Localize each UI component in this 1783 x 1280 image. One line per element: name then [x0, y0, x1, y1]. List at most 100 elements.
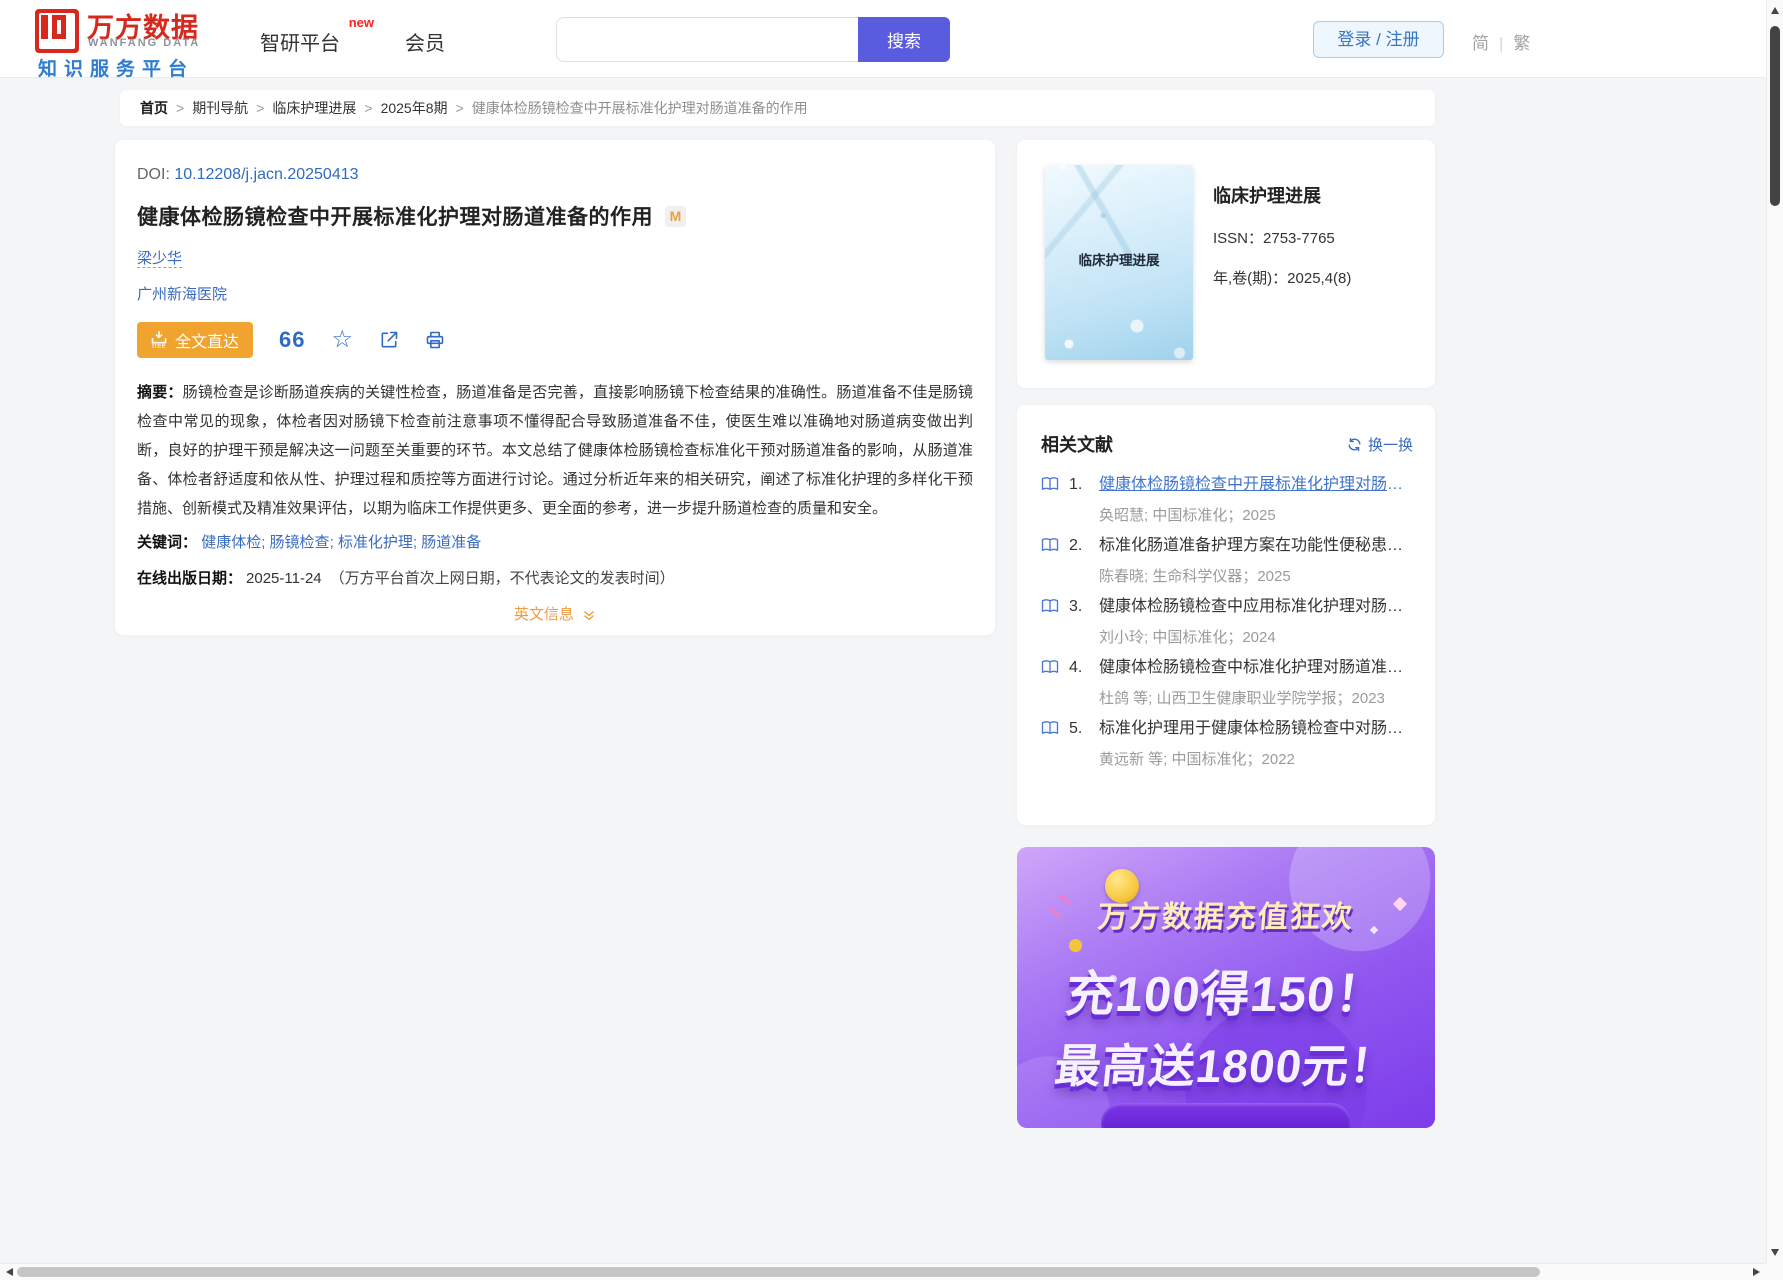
breadcrumb-link[interactable]: 临床护理进展	[272, 98, 356, 118]
new-badge: new	[349, 15, 374, 30]
print-icon[interactable]	[425, 330, 445, 350]
issn-label: ISSN：	[1213, 230, 1263, 247]
keywords-row: 关键词： 健康体检; 肠镜检查; 标准化护理; 肠道准备	[137, 530, 973, 556]
favorite-star-icon[interactable]: ☆	[332, 328, 354, 352]
share-icon[interactable]	[379, 330, 399, 350]
online-date-note: （万方平台首次上网日期，不代表论文的发表时间）	[330, 570, 675, 587]
english-info-toggle[interactable]: 英文信息	[137, 603, 973, 624]
related-item-meta: 刘小玲; 中国标准化；2024	[1099, 626, 1413, 647]
related-item-title[interactable]: 标准化护理用于健康体检肠镜检查中对肠道...	[1099, 717, 1413, 741]
book-icon	[1041, 659, 1059, 708]
doi-label: DOI:	[137, 166, 170, 183]
nav-item-member[interactable]: 会员	[405, 27, 445, 56]
keyword-link[interactable]: 肠镜检查	[270, 534, 330, 551]
related-item-title[interactable]: 健康体检肠镜检查中标准化护理对肠道准备...	[1099, 656, 1413, 680]
search-box: 搜索	[556, 17, 950, 62]
abstract: 摘要：肠镜检查是诊断肠道疾病的关键性检查，肠道准备是否完善，直接影响肠镜下检查结…	[137, 378, 973, 523]
refresh-label: 换一换	[1368, 434, 1413, 455]
horizontal-scrollbar[interactable]	[0, 1263, 1766, 1280]
horizontal-scroll-thumb[interactable]	[17, 1267, 1540, 1277]
doi-link[interactable]: 10.12208/j.jacn.20250413	[174, 166, 358, 183]
keyword-link[interactable]: 肠道准备	[421, 534, 481, 551]
affiliation-link[interactable]: 广州新海医院	[137, 286, 227, 303]
related-item-number: 4.	[1069, 656, 1099, 708]
lang-divider: |	[1499, 34, 1503, 53]
breadcrumb-separator: >	[176, 100, 184, 116]
related-item: 3. 健康体检肠镜检查中应用标准化护理对肠道... 刘小玲; 中国标准化；202…	[1041, 595, 1413, 647]
top-header: 万方数据 WANFANG DATA 知识服务平台 智研平台 new 会员 搜索 …	[0, 0, 1766, 78]
journal-cover[interactable]: 临床护理进展	[1045, 165, 1193, 360]
nav-item-label: 智研平台	[260, 33, 340, 55]
related-list: 1. 健康体检肠镜检查中开展标准化护理对肠道... 奂昭慧; 中国标准化；202…	[1041, 473, 1413, 769]
online-date-row: 在线出版日期：2025-11-24（万方平台首次上网日期，不代表论文的发表时间）	[137, 567, 973, 588]
breadcrumb: 首页>期刊导航>临床护理进展>2025年8期>健康体检肠镜检查中开展标准化护理对…	[120, 90, 1435, 126]
related-item-number: 5.	[1069, 717, 1099, 769]
article-card: DOI: 10.12208/j.jacn.20250413 健康体检肠镜检查中开…	[115, 140, 995, 635]
journal-volume-row: 年,卷(期)：2025,4(8)	[1213, 267, 1423, 288]
related-item-meta: 奂昭慧; 中国标准化；2025	[1099, 504, 1413, 525]
keyword-separator: ;	[413, 534, 421, 551]
promo-banner[interactable]: 万方数据充值狂欢 充100得150！ 最高送1800元！	[1017, 847, 1435, 1128]
keywords-label: 关键词：	[137, 534, 197, 551]
related-item: 1. 健康体检肠镜检查中开展标准化护理对肠道... 奂昭慧; 中国标准化；202…	[1041, 473, 1413, 525]
related-literature-card: 相关文献 换一换 1. 健康体检肠镜检查中开展标准化护理对肠道... 奂昭慧; …	[1017, 405, 1435, 825]
book-icon	[1041, 537, 1059, 586]
related-item: 4. 健康体检肠镜检查中标准化护理对肠道准备... 杜鸽 等; 山西卫生健康职业…	[1041, 656, 1413, 708]
related-item-title[interactable]: 健康体检肠镜检查中开展标准化护理对肠道...	[1099, 473, 1413, 497]
journal-name[interactable]: 临床护理进展	[1213, 182, 1423, 208]
related-item: 2. 标准化肠道准备护理方案在功能性便秘患者... 陈春晓; 生命科学仪器；20…	[1041, 534, 1413, 586]
breadcrumb-link[interactable]: 期刊导航	[192, 98, 248, 118]
lang-traditional[interactable]: 繁	[1513, 34, 1530, 53]
login-register-button[interactable]: 登录 / 注册	[1313, 21, 1444, 58]
vertical-scroll-thumb[interactable]	[1770, 26, 1780, 206]
refresh-icon	[1347, 437, 1362, 452]
scroll-down-arrow[interactable]	[1771, 1249, 1779, 1256]
brand-name-en: WANFANG DATA	[88, 37, 200, 49]
related-item-number: 1.	[1069, 473, 1099, 525]
keyword-link[interactable]: 健康体检	[201, 534, 261, 551]
breadcrumb-separator: >	[364, 100, 372, 116]
download-icon: free	[151, 331, 167, 350]
breadcrumb-separator: >	[256, 100, 264, 116]
abstract-text: 肠镜检查是诊断肠道疾病的关键性检查，肠道准备是否完善，直接影响肠镜下检查结果的准…	[137, 384, 973, 517]
article-title: 健康体检肠镜检查中开展标准化护理对肠道准备的作用	[137, 201, 653, 231]
scroll-up-arrow[interactable]	[1771, 7, 1779, 14]
volume-label: 年,卷(期)：	[1213, 270, 1287, 287]
keyword-link[interactable]: 标准化护理	[338, 534, 413, 551]
refresh-related-button[interactable]: 换一换	[1347, 434, 1413, 455]
cite-icon[interactable]: 66	[279, 327, 305, 353]
scrollbar-corner	[1766, 1263, 1783, 1280]
keyword-separator: ;	[261, 534, 269, 551]
journal-cover-title: 临床护理进展	[1045, 249, 1193, 269]
lang-simplified[interactable]: 简	[1472, 34, 1489, 53]
language-switch: 简 | 繁	[1472, 29, 1530, 54]
english-info-label: 英文信息	[514, 606, 574, 623]
related-item-meta: 杜鸽 等; 山西卫生健康职业学院学报；2023	[1099, 687, 1413, 708]
wanfang-logo[interactable]: 万方数据 WANFANG DATA 知识服务平台	[35, 6, 235, 74]
breadcrumb-current: 健康体检肠镜检查中开展标准化护理对肠道准备的作用	[472, 98, 808, 118]
related-item-meta: 黄远新 等; 中国标准化；2022	[1099, 748, 1413, 769]
scroll-right-arrow[interactable]	[1753, 1268, 1760, 1276]
brand-tagline: 知识服务平台	[38, 54, 194, 81]
fulltext-button[interactable]: free 全文直达	[137, 322, 253, 358]
chevron-double-down-icon	[582, 609, 596, 623]
breadcrumb-link[interactable]: 首页	[140, 98, 168, 118]
related-item-meta: 陈春晓; 生命科学仪器；2025	[1099, 565, 1413, 586]
nav-item-zhiyan[interactable]: 智研平台 new	[260, 27, 340, 56]
online-date-value: 2025-11-24	[246, 570, 322, 587]
nav-item-label: 会员	[405, 33, 445, 55]
scroll-left-arrow[interactable]	[6, 1268, 13, 1276]
search-input[interactable]	[556, 17, 858, 62]
abstract-label: 摘要：	[137, 384, 183, 401]
book-icon	[1041, 476, 1059, 525]
related-item-title[interactable]: 健康体检肠镜检查中应用标准化护理对肠道...	[1099, 595, 1413, 619]
related-item-title[interactable]: 标准化肠道准备护理方案在功能性便秘患者...	[1099, 534, 1413, 558]
vertical-scrollbar[interactable]	[1766, 0, 1783, 1263]
promo-offer-2: 最高送1800元！	[1017, 1030, 1435, 1096]
search-button[interactable]: 搜索	[858, 17, 950, 62]
author-link[interactable]: 梁少华	[137, 250, 182, 268]
promo-cta-button[interactable]	[1101, 1103, 1351, 1128]
med-badge-icon[interactable]: M	[665, 206, 686, 227]
breadcrumb-link[interactable]: 2025年8期	[381, 98, 448, 118]
keyword-separator: ;	[330, 534, 338, 551]
